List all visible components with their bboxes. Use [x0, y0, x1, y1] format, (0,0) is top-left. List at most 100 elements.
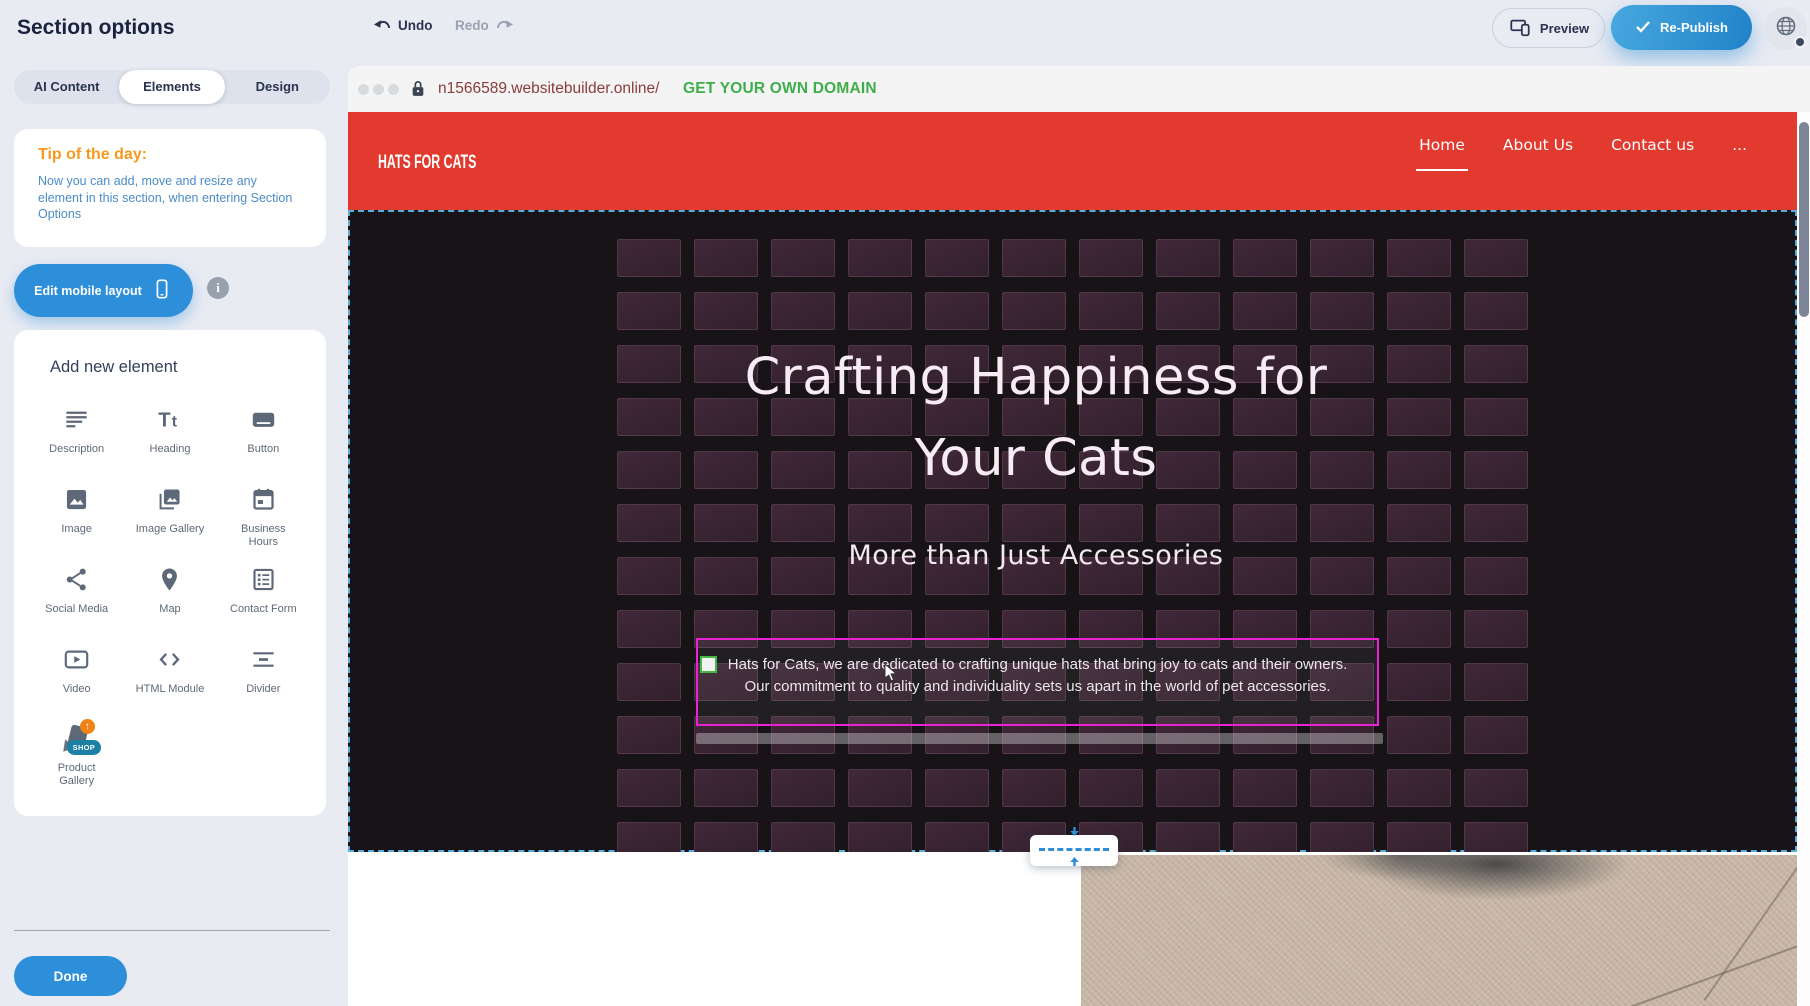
wall-tile: [925, 239, 989, 277]
element-html-module[interactable]: HTML Module: [123, 632, 216, 712]
panel-tabs: AI ContentElementsDesign: [14, 70, 330, 104]
wall-tile: [617, 716, 681, 754]
redo-label: Redo: [455, 18, 489, 33]
site-logo[interactable]: HATS FOR CATS: [378, 152, 476, 174]
html-code-icon: [156, 646, 183, 678]
element-contact-form[interactable]: Contact Form: [217, 552, 310, 632]
element-image-gallery[interactable]: Image Gallery: [123, 472, 216, 552]
next-section: [348, 852, 1797, 1006]
wall-tile: [1156, 292, 1220, 330]
element-social-media[interactable]: Social Media: [30, 552, 123, 632]
get-domain-link[interactable]: GET YOUR OWN DOMAIN: [683, 80, 877, 98]
edit-mobile-label: Edit mobile layout: [34, 284, 142, 298]
wall-tile: [617, 239, 681, 277]
selected-hero-section[interactable]: Crafting Happiness for Your Cats More th…: [348, 210, 1797, 852]
wall-tile: [1310, 504, 1374, 542]
element-label: Business Hours: [228, 523, 298, 549]
add-new-element-card: Add new element DescriptionTtHeadingButt…: [14, 330, 326, 816]
product-gallery-icon: ↑SHOP: [59, 726, 95, 757]
hero-heading[interactable]: Crafting Happiness for Your Cats: [716, 337, 1356, 499]
site-url[interactable]: n1566589.websitebuilder.online/: [438, 80, 659, 98]
business-hours-icon: [250, 486, 277, 518]
element-heading[interactable]: Tt Heading: [123, 392, 216, 472]
undo-button[interactable]: Undo: [373, 17, 433, 33]
wall-tile: [1464, 716, 1528, 754]
done-label: Done: [54, 969, 88, 984]
tab-design[interactable]: Design: [225, 70, 330, 104]
republish-label: Re-Publish: [1660, 20, 1728, 35]
wall-tile: [1464, 504, 1528, 542]
lock-icon: [410, 79, 426, 103]
element-description[interactable]: Description: [30, 392, 123, 472]
browser-url-bar: n1566589.websitebuilder.online/ GET YOUR…: [348, 66, 1810, 112]
browser-scrollbar-thumb[interactable]: [1799, 122, 1809, 317]
wall-tile: [1387, 716, 1451, 754]
nav-item-about-us[interactable]: About Us: [1503, 136, 1573, 171]
info-icon[interactable]: i: [207, 277, 229, 299]
element-image[interactable]: Image: [30, 472, 123, 552]
wall-tile: [925, 769, 989, 807]
wall-tile: [1387, 610, 1451, 648]
element-label: Image Gallery: [136, 523, 204, 536]
wall-tile: [1079, 769, 1143, 807]
wall-tile: [617, 292, 681, 330]
wall-tile: [1387, 398, 1451, 436]
wall-tile: [771, 239, 835, 277]
element-video[interactable]: Video: [30, 632, 123, 712]
section-height-resize-handle[interactable]: [1030, 835, 1118, 866]
check-icon: [1635, 20, 1651, 36]
arrow-up-icon: [1068, 853, 1081, 871]
tab-ai-content[interactable]: AI Content: [14, 70, 119, 104]
traffic-dot-1: [358, 84, 369, 95]
notification-dot: [1794, 36, 1806, 48]
wall-tile: [771, 292, 835, 330]
wall-tile: [1464, 769, 1528, 807]
language-globe-button[interactable]: [1764, 7, 1807, 50]
element-label: Heading: [150, 443, 191, 456]
wall-tile: [617, 610, 681, 648]
element-button[interactable]: Button: [217, 392, 310, 472]
element-label: Social Media: [45, 603, 108, 616]
redo-button[interactable]: Redo: [455, 17, 514, 33]
wall-tile: [1464, 345, 1528, 383]
traffic-dot-2: [373, 84, 384, 95]
undo-icon: [373, 17, 391, 33]
wall-tile: [848, 769, 912, 807]
republish-button[interactable]: Re-Publish: [1611, 5, 1752, 50]
preview-button[interactable]: Preview: [1492, 8, 1605, 48]
selected-text-element[interactable]: Hats for Cats, we are dedicated to craft…: [696, 638, 1379, 726]
tip-title: Tip of the day:: [38, 146, 147, 164]
svg-text:t: t: [172, 413, 178, 430]
image-gallery-icon: [155, 486, 184, 518]
tab-elements[interactable]: Elements: [119, 70, 224, 104]
element-map[interactable]: Map: [123, 552, 216, 632]
wall-tile: [1233, 239, 1297, 277]
wall-tile: [617, 769, 681, 807]
map-pin-icon: [156, 566, 183, 598]
wall-tile: [1156, 769, 1220, 807]
wall-tile: [617, 504, 681, 542]
element-business-hours[interactable]: Business Hours: [217, 472, 310, 552]
wall-tile: [1002, 769, 1066, 807]
element-divider[interactable]: Divider: [217, 632, 310, 712]
shop-badge: SHOP: [67, 740, 101, 755]
edit-mobile-layout-button[interactable]: Edit mobile layout: [14, 264, 193, 317]
wall-tile: [771, 504, 835, 542]
wall-tile: [771, 769, 835, 807]
wall-tile: [848, 292, 912, 330]
heading-icon: Tt: [156, 406, 183, 438]
element-product-gallery[interactable]: ↑SHOPProduct Gallery: [30, 712, 123, 792]
hero-paragraph[interactable]: Hats for Cats, we are dedicated to craft…: [710, 654, 1365, 697]
wall-tile: [1464, 451, 1528, 489]
wall-tile: [694, 769, 758, 807]
done-button[interactable]: Done: [14, 956, 127, 996]
site-header: HATS FOR CATS Home About Us Contact us...: [348, 112, 1797, 210]
element-label: Contact Form: [230, 603, 297, 616]
wall-tile: [1310, 769, 1374, 807]
nav-item-contact-us[interactable]: Contact us: [1611, 136, 1694, 171]
nav-item-more[interactable]: ...: [1732, 136, 1747, 171]
nav-item-home[interactable]: Home: [1419, 136, 1465, 171]
hero-subheading[interactable]: More than Just Accessories: [716, 540, 1356, 571]
resize-anchor-handle[interactable]: [700, 656, 717, 673]
wall-tile: [1233, 292, 1297, 330]
